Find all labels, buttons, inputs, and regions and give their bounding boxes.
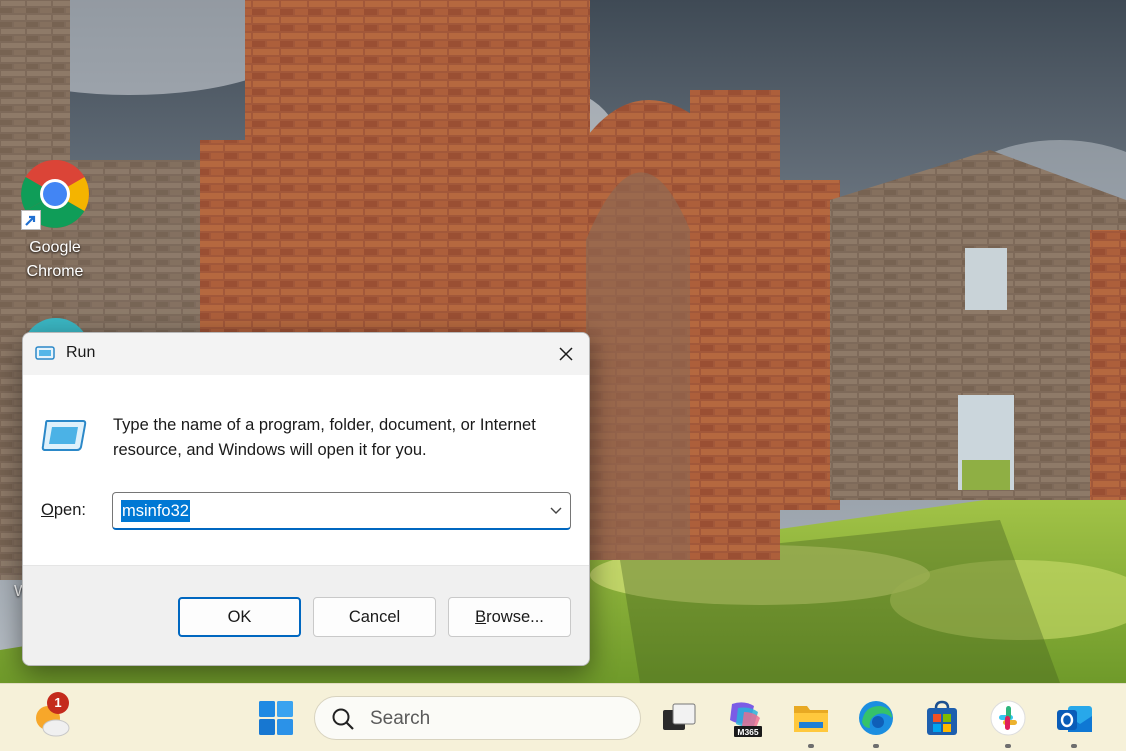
taskbar: 1 Search M365: [0, 683, 1126, 751]
title-bar[interactable]: Run: [23, 333, 589, 375]
weather-widget[interactable]: 1: [32, 692, 72, 740]
microsoft-store-button[interactable]: [922, 698, 962, 738]
browse-accesskey: B: [475, 607, 487, 626]
slack-icon: [990, 700, 1026, 736]
close-button[interactable]: [543, 333, 589, 375]
outlook-icon: [1057, 706, 1092, 732]
task-view-icon: [663, 703, 696, 730]
dialog-body: Type the name of a program, folder, docu…: [23, 375, 589, 565]
running-indicator: [808, 744, 814, 748]
chevron-down-icon[interactable]: [550, 506, 562, 516]
m365-copilot-button[interactable]: M365: [724, 698, 764, 738]
m365-badge-text: M365: [737, 727, 759, 737]
file-explorer-icon: [794, 706, 828, 732]
chrome-icon: [19, 158, 91, 230]
desktop-icon-label: Google: [29, 239, 81, 256]
run-icon: [35, 345, 55, 361]
open-label-accesskey: O: [41, 501, 54, 519]
run-dialog: Run Type the name of a program, folder, …: [22, 332, 590, 666]
edge-button[interactable]: [856, 698, 896, 748]
dialog-title: Run: [66, 344, 96, 361]
run-program-icon: [41, 417, 87, 453]
dialog-footer: OK Cancel Browse...: [23, 565, 589, 665]
edge-icon: [859, 701, 893, 735]
running-indicator: [1005, 744, 1011, 748]
search-icon: [332, 708, 354, 730]
open-combobox[interactable]: msinfo32: [112, 492, 571, 530]
task-view-button[interactable]: [659, 698, 699, 738]
cancel-button[interactable]: Cancel: [313, 597, 436, 637]
browse-label: rowse...: [486, 607, 544, 626]
store-icon: [927, 700, 957, 735]
outlook-button[interactable]: [1054, 698, 1094, 748]
running-indicator: [873, 744, 879, 748]
desktop-icon-google-chrome[interactable]: Google Chrome: [16, 158, 94, 284]
search-placeholder: Search: [370, 708, 431, 729]
start-button[interactable]: [256, 698, 296, 738]
running-indicator: [1071, 744, 1077, 748]
open-label-text: pen:: [53, 501, 86, 519]
open-input[interactable]: msinfo32: [121, 500, 190, 522]
notification-badge: 1: [47, 692, 69, 714]
ok-button[interactable]: OK: [178, 597, 301, 637]
windows-logo-icon: [259, 701, 293, 735]
file-explorer-button[interactable]: [791, 698, 831, 748]
taskbar-search-box[interactable]: Search: [314, 696, 641, 740]
browse-button[interactable]: Browse...: [448, 597, 571, 637]
close-icon: [559, 347, 573, 361]
shortcut-arrow-icon: [21, 210, 41, 230]
open-label: Open:: [41, 501, 86, 520]
m365-copilot-icon: M365: [730, 702, 762, 737]
instructions-text: Type the name of a program, folder, docu…: [113, 416, 536, 459]
desktop-icon-label: Chrome: [26, 263, 84, 280]
slack-button[interactable]: [988, 698, 1028, 748]
